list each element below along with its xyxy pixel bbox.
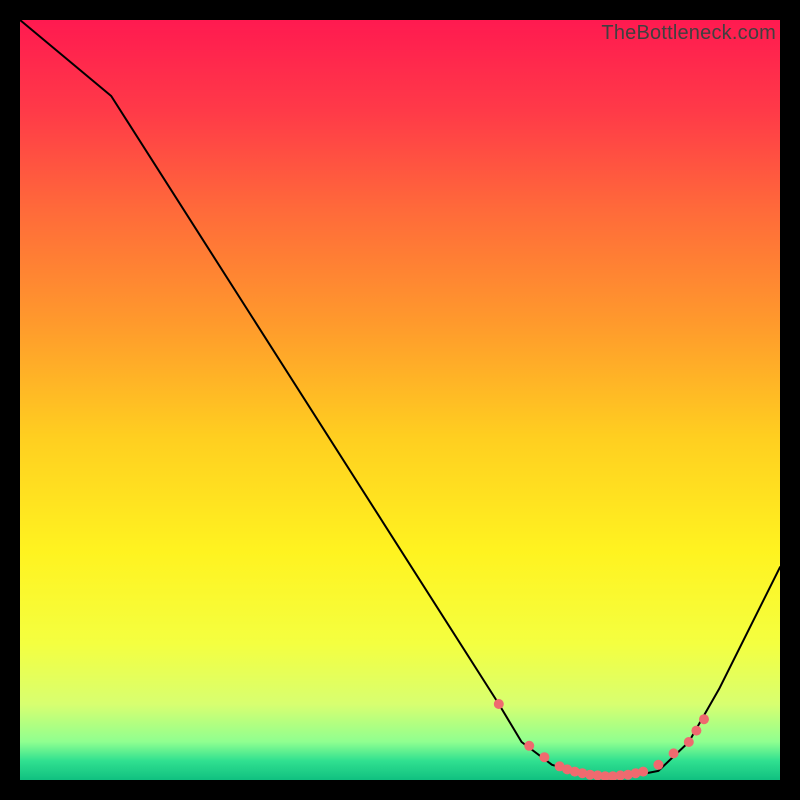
marker-point [669,748,679,758]
marker-point [653,760,663,770]
marker-point [699,714,709,724]
plot-area [20,20,780,780]
marker-point [494,699,504,709]
chart-frame: TheBottleneck.com [20,20,780,780]
chart-svg [20,20,780,780]
watermark-text: TheBottleneck.com [601,22,776,45]
gradient-background [20,20,780,780]
marker-point [539,752,549,762]
marker-point [691,726,701,736]
marker-point [684,737,694,747]
marker-point [638,767,648,777]
marker-point [524,741,534,751]
